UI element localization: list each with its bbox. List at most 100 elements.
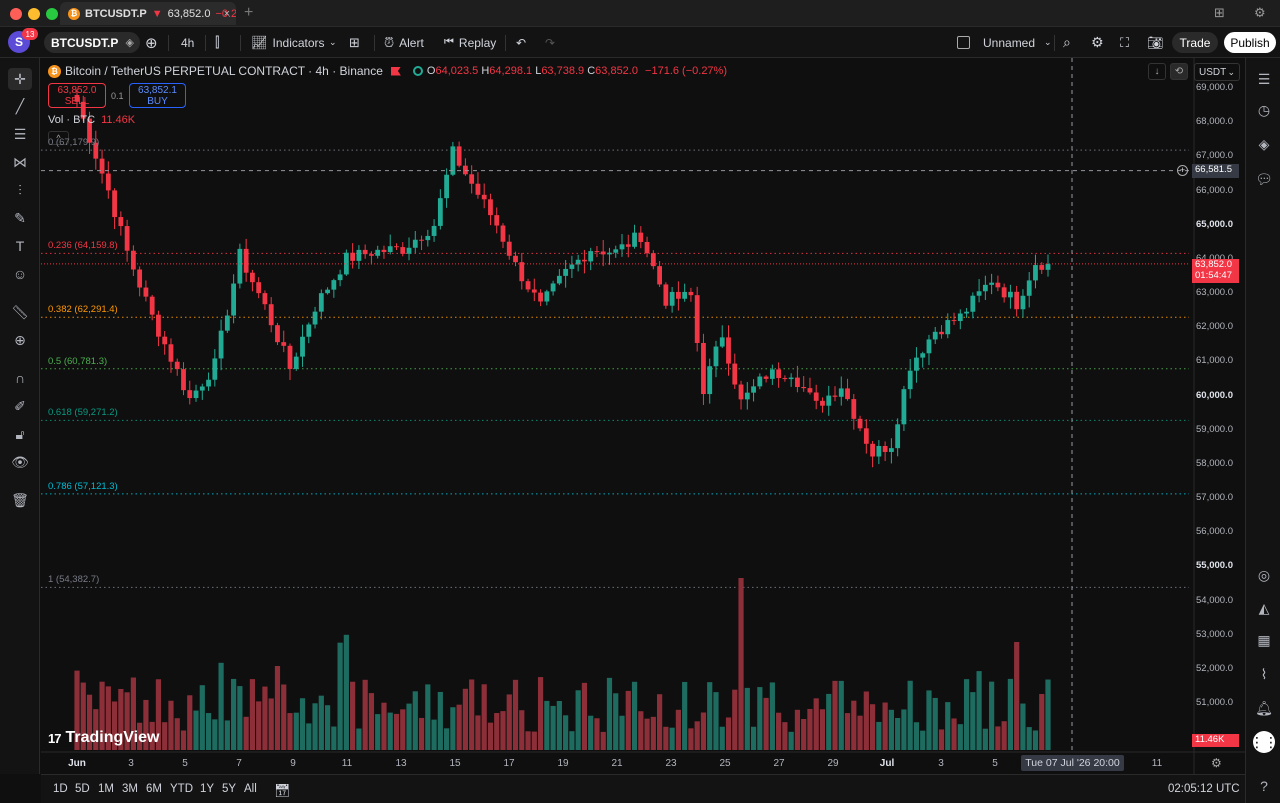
icon-tool-icon[interactable]: ☺ bbox=[8, 263, 32, 285]
calendar-icon[interactable]: ▦ bbox=[1253, 629, 1275, 651]
crosshair-tool-icon[interactable]: ✛ bbox=[8, 68, 32, 90]
settings-button[interactable]: ⚙ bbox=[1091, 27, 1104, 58]
add-alert-icon[interactable]: + bbox=[1177, 164, 1188, 176]
flag-icon[interactable] bbox=[390, 66, 401, 76]
range-button-5y[interactable]: 5Y bbox=[222, 783, 236, 795]
notifications-bell-icon[interactable]: 🔔︎ bbox=[1253, 697, 1275, 719]
lock-icon[interactable]: 🔓︎ bbox=[8, 423, 32, 445]
close-tab-icon[interactable]: × bbox=[224, 8, 230, 20]
help-icon[interactable]: ? bbox=[1253, 775, 1275, 797]
volume-bar bbox=[913, 722, 920, 750]
timeframe-button[interactable]: 4h bbox=[181, 27, 194, 58]
ruler-tool-icon[interactable]: 📏︎ bbox=[8, 301, 32, 323]
auto-scale-button[interactable]: ⟲ bbox=[1170, 63, 1188, 80]
range-button-1d[interactable]: 1D bbox=[53, 783, 68, 795]
range-button-5d[interactable]: 5D bbox=[75, 783, 90, 795]
close-window-button[interactable] bbox=[10, 8, 22, 20]
apps-grid-icon[interactable]: ⋮⋮ bbox=[1250, 731, 1278, 753]
quick-search-button[interactable]: ⌕ bbox=[1063, 27, 1071, 58]
sell-button[interactable]: 63,852.0 SELL bbox=[48, 83, 106, 108]
pattern-tool-icon[interactable]: ⋈ bbox=[8, 151, 32, 173]
range-button-all[interactable]: All bbox=[244, 783, 257, 795]
undo-button[interactable]: ↶ bbox=[516, 27, 526, 58]
tab-overview-icon[interactable]: ⊞ bbox=[1214, 5, 1225, 21]
publish-button[interactable]: Publish bbox=[1224, 32, 1276, 53]
time-axis-settings-icon[interactable]: ⚙ bbox=[1211, 756, 1222, 770]
forecast-tool-icon[interactable]: ⫶ bbox=[8, 179, 32, 201]
trade-button[interactable]: Trade bbox=[1172, 32, 1218, 53]
magnet-tool-icon[interactable]: ∩ bbox=[8, 367, 32, 389]
range-button-1y[interactable]: 1Y bbox=[200, 783, 214, 795]
range-button-6m[interactable]: 6M bbox=[146, 783, 162, 795]
chart-canvas[interactable] bbox=[41, 58, 1245, 774]
chart-type-button[interactable]: ⫿ bbox=[215, 27, 219, 58]
trash-icon[interactable]: 🗑︎ bbox=[8, 489, 32, 511]
candle bbox=[224, 309, 230, 333]
scroll-to-latest-button[interactable]: ↓ bbox=[1148, 63, 1166, 80]
candle-body bbox=[488, 199, 493, 216]
compare-symbol-button[interactable]: ⊕ bbox=[145, 27, 158, 58]
candle bbox=[463, 158, 468, 176]
stay-in-drawing-icon[interactable]: ✐ bbox=[8, 395, 32, 417]
volume-bar bbox=[537, 677, 544, 750]
fullscreen-button[interactable]: ⛶ bbox=[1120, 27, 1129, 58]
candle bbox=[870, 440, 875, 468]
news-feed-icon[interactable]: ⌇ bbox=[1253, 663, 1275, 685]
timeframe-label: 4h bbox=[181, 35, 195, 50]
trend-line-tool-icon[interactable]: ╱ bbox=[8, 95, 32, 117]
candle-body bbox=[638, 232, 644, 242]
candle-body bbox=[124, 226, 130, 251]
market-status-icon[interactable] bbox=[412, 66, 423, 76]
volume-bar bbox=[162, 722, 168, 750]
brush-tool-icon[interactable]: ✎ bbox=[8, 207, 32, 229]
zoom-in-tool-icon[interactable]: ⊕ bbox=[8, 329, 32, 351]
volume-bar bbox=[1020, 703, 1026, 750]
candle-body bbox=[250, 272, 255, 283]
tab-down-arrow-icon: ▼ bbox=[151, 7, 163, 20]
layout-name-button[interactable]: Unnamed ⌄ bbox=[957, 27, 1052, 58]
alerts-clock-icon[interactable]: ◷ bbox=[1253, 99, 1275, 121]
text-tool-icon[interactable]: T bbox=[8, 235, 32, 257]
chart-tab[interactable]: ₿ BTCUSDT.P ▼ 63,852.0 −0.27% × bbox=[60, 2, 236, 25]
divider bbox=[168, 35, 169, 51]
symbol-search-button[interactable]: BTCUSDT.P ◈ bbox=[44, 32, 140, 53]
target-icon[interactable]: ◎ bbox=[1253, 564, 1275, 586]
replay-button[interactable]: ⏮ Replay bbox=[444, 27, 496, 58]
alert-button[interactable]: ⏰︎ Alert bbox=[384, 27, 424, 58]
candle bbox=[124, 219, 130, 262]
ideas-icon[interactable]: ◭ bbox=[1253, 597, 1275, 619]
window-settings-icon[interactable]: ⚙ bbox=[1254, 5, 1266, 21]
layout-templates-button[interactable]: ⊞ bbox=[349, 27, 360, 58]
volume-bar bbox=[256, 701, 262, 750]
zoom-window-button[interactable] bbox=[46, 8, 58, 20]
watchlist-icon[interactable]: ☰ bbox=[1253, 68, 1275, 90]
volume-bar bbox=[995, 726, 1001, 750]
candle-body bbox=[1001, 287, 1007, 298]
new-tab-button[interactable]: + bbox=[244, 4, 253, 22]
range-button-1m[interactable]: 1M bbox=[98, 783, 114, 795]
date-range-calendar-icon[interactable]: 📅︎ bbox=[274, 783, 291, 799]
legend-title[interactable]: Bitcoin / TetherUS PERPETUAL CONTRACT · … bbox=[65, 64, 383, 78]
candle-body bbox=[525, 281, 531, 290]
candle-body bbox=[162, 336, 168, 345]
indicators-dropdown[interactable]: ⌄ bbox=[329, 27, 337, 58]
volume-bar bbox=[951, 718, 957, 750]
indicators-button[interactable]: 📈︎ Indicators bbox=[251, 27, 325, 58]
candle-series bbox=[74, 88, 1051, 468]
snapshot-button[interactable]: 📷︎ bbox=[1147, 27, 1164, 58]
fib-retracement-tool-icon[interactable]: ☰ bbox=[8, 123, 32, 145]
tradingview-logo[interactable]: 17 TradingView bbox=[48, 729, 159, 747]
redo-button[interactable]: ↷ bbox=[545, 27, 555, 58]
eye-icon[interactable]: 👁︎ bbox=[8, 451, 32, 473]
utc-clock[interactable]: 02:05:12 UTC bbox=[1168, 783, 1240, 795]
chat-icon[interactable]: 💬︎ bbox=[1253, 168, 1275, 190]
range-button-3m[interactable]: 3M bbox=[122, 783, 138, 795]
buy-button[interactable]: 63,852.1 BUY bbox=[129, 83, 186, 108]
minimize-window-button[interactable] bbox=[28, 8, 40, 20]
layers-icon[interactable]: ◈ bbox=[1253, 133, 1275, 155]
right-sidebar: ☰ ◷ ◈ 💬︎ ◎ ◭ ▦ ⌇ 🔔︎ ⋮⋮ ? bbox=[1245, 58, 1280, 803]
currency-selector[interactable]: USDT ⌄ bbox=[1194, 63, 1240, 81]
range-button-ytd[interactable]: YTD bbox=[170, 783, 193, 795]
candle-body bbox=[375, 249, 381, 256]
order-quantity[interactable]: 0.1 bbox=[111, 91, 124, 101]
